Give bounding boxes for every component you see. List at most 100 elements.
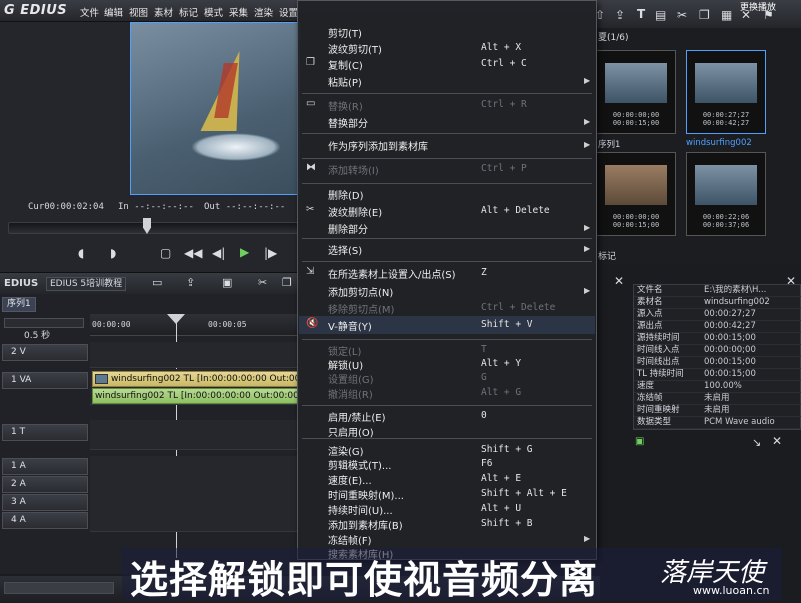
menu-item[interactable]: 作为序列添加到素材库 [328, 138, 428, 153]
menu-shortcut: 0 [481, 410, 487, 421]
menu-settings[interactable]: 设置 [279, 5, 298, 19]
save-icon[interactable]: ▣ [222, 276, 232, 289]
title-icon[interactable]: T [637, 7, 645, 21]
menu-item[interactable]: 删除部分 [328, 221, 368, 236]
bin-thumb-2[interactable]: 00:00:27;27 00:00:42;27 [686, 50, 766, 134]
menu-mode[interactable]: 模式 [204, 5, 223, 19]
cut-icon[interactable]: ✂ [258, 276, 267, 289]
menu-item[interactable]: 持续时间(U)... [328, 502, 393, 517]
open-project-icon[interactable]: ⇪ [186, 276, 195, 289]
menu-clip[interactable]: 素材 [154, 5, 173, 19]
menu-item[interactable]: 添加到素材库(B) [328, 517, 403, 532]
menu-shortcut: Shift + V [481, 319, 533, 330]
app-logo: G EDIUS [4, 3, 67, 18]
submenu-arrow-icon: ▶ [584, 534, 591, 543]
step-forward-icon[interactable]: |▶ [264, 246, 277, 260]
menu-item[interactable]: 波纹剪切(T) [328, 41, 382, 56]
bin-open-icon[interactable]: ⇪ [615, 8, 625, 22]
menu-item[interactable]: 渲染(G) [328, 443, 364, 458]
bin-cut-icon[interactable]: ✂ [677, 8, 687, 22]
prop-row: TL 持续时间 00:00:15;00 [634, 369, 801, 381]
bin-thumb-4[interactable]: 00:00:22;06 00:00:37;06 [686, 152, 766, 236]
close-bin-icon[interactable]: ✕ [614, 274, 624, 288]
topright-label[interactable]: 更换播放 [740, 0, 776, 13]
menu-item[interactable]: 剪切(T) [328, 25, 362, 40]
track-4a[interactable]: 4 A [2, 512, 88, 529]
bin-thumb-1[interactable]: 00:00:00;00 00:00:15;00 [596, 50, 676, 134]
edius-window: { "app": {"title": "EDIUS"}, "menubar": … [0, 0, 801, 603]
menu-item[interactable]: 剪辑模式(T)... [328, 457, 391, 472]
menu-item[interactable]: 添加剪切点(N) [328, 284, 393, 299]
menu-edit[interactable]: 编辑 [104, 5, 123, 19]
play-icon[interactable]: ▶ [240, 245, 249, 259]
prop-row: 时间线入点 00:00:00;00 [634, 345, 801, 357]
clip-video[interactable]: windsurfing002 TL [In:00:00:00:00 Out:00 [92, 371, 300, 387]
menu-shortcut: Shift + B [481, 518, 533, 529]
menu-item[interactable]: 删除(D) [328, 187, 364, 202]
info-icon[interactable]: ▣ [635, 436, 644, 447]
bin-add-icon[interactable]: ▤ [655, 8, 666, 22]
menu-item[interactable]: 移除剪切点(M) [328, 301, 394, 316]
prop-settings-icon[interactable]: ↘ [752, 436, 761, 449]
set-out-icon[interactable]: ◗ [110, 246, 116, 260]
menu-file[interactable]: 文件 [80, 5, 99, 19]
submenu-arrow-icon: ▶ [584, 244, 591, 253]
menu-item[interactable]: 添加转场(I) [328, 162, 379, 177]
menu-item[interactable]: 启用/禁止(E) [328, 409, 386, 424]
menu-item[interactable]: 波纹删除(E) [328, 204, 382, 219]
menu-item[interactable]: 设置组(G) [328, 371, 374, 386]
menu-item[interactable]: 粘贴(P) [328, 74, 362, 89]
scrub-bar[interactable] [8, 222, 298, 234]
copy-icon[interactable]: ❐ [282, 276, 292, 289]
bin-toolbar: ⇧ ⇪ T ▤ ✂ ❐ ▦ ✕ ⚑ 更换播放 [595, 0, 801, 28]
menu-separator [302, 261, 592, 262]
menu-item[interactable]: 冻结帧(F) [328, 532, 372, 547]
menu-marker[interactable]: 标记 [179, 5, 198, 19]
menu-view[interactable]: 视图 [129, 5, 148, 19]
menu-item[interactable]: 解锁(U) [328, 357, 363, 372]
menu-item[interactable]: 替换部分 [328, 115, 368, 130]
menu-item[interactable]: 选择(S) [328, 242, 362, 257]
step-back-icon[interactable]: ◀| [212, 246, 225, 260]
track-3a[interactable]: 3 A [2, 494, 88, 511]
prop-close-icon[interactable]: ✕ [772, 434, 782, 448]
menu-item[interactable]: 复制(C) [328, 57, 363, 72]
track-2a[interactable]: 2 A [2, 476, 88, 493]
bin-thumb-3[interactable]: 00:00:00;00 00:00:15;00 [596, 152, 676, 236]
menu-item[interactable]: 替换(R) [328, 98, 363, 113]
tab-sequence1[interactable]: 序列1 [2, 297, 36, 312]
bin-paste-icon[interactable]: ▦ [721, 8, 732, 22]
set-in-icon[interactable]: ◖ [78, 246, 84, 260]
menu-item[interactable]: 锁定(L) [328, 343, 361, 358]
lane-audio[interactable] [90, 456, 300, 532]
timeline-scrollbar[interactable] [4, 582, 114, 594]
zoom-level[interactable]: 0.5 秒 [24, 328, 50, 341]
menu-separator [302, 339, 592, 340]
track-1a[interactable]: 1 A [2, 458, 88, 475]
tab-marker[interactable]: 标记 [598, 249, 616, 262]
time-ruler[interactable]: 00:00:00 00:00:05 [90, 314, 300, 336]
menu-render[interactable]: 渲染 [254, 5, 273, 19]
track-2v[interactable]: 2 V [2, 344, 88, 361]
prop-row: 时间线出点 00:00:15;00 [634, 357, 801, 369]
bin-copy-icon[interactable]: ❐ [699, 8, 710, 22]
lane-1t[interactable] [90, 420, 300, 450]
menu-item[interactable]: V-静音(Y) [328, 318, 372, 333]
stop-icon[interactable]: ▢ [160, 246, 171, 260]
menu-item[interactable]: 撤消组(R) [328, 386, 373, 401]
timeline-app-label: EDIUS [4, 278, 39, 289]
clip-audio[interactable]: windsurfing002 TL [In:00:00:00:00 Out:00… [92, 388, 300, 404]
menu-capture[interactable]: 采集 [229, 5, 248, 19]
menu-item[interactable]: 时间重映射(M)... [328, 487, 404, 502]
menu-item[interactable]: 只启用(O) [328, 424, 374, 439]
menu-item[interactable]: 在所选素材上设置入/出点(S) [328, 266, 456, 281]
menu-shortcut: Z [481, 267, 487, 278]
menu-separator [302, 93, 592, 94]
rewind-icon[interactable]: ◀◀ [184, 246, 202, 260]
lane-2v[interactable] [90, 342, 300, 368]
track-1t[interactable]: 1 T [2, 424, 88, 441]
new-sequence-icon[interactable]: ▭ [152, 276, 162, 289]
zoom-slider[interactable] [4, 318, 84, 328]
track-1va[interactable]: 1 VA [2, 372, 88, 389]
menu-item[interactable]: 速度(E)... [328, 472, 372, 487]
